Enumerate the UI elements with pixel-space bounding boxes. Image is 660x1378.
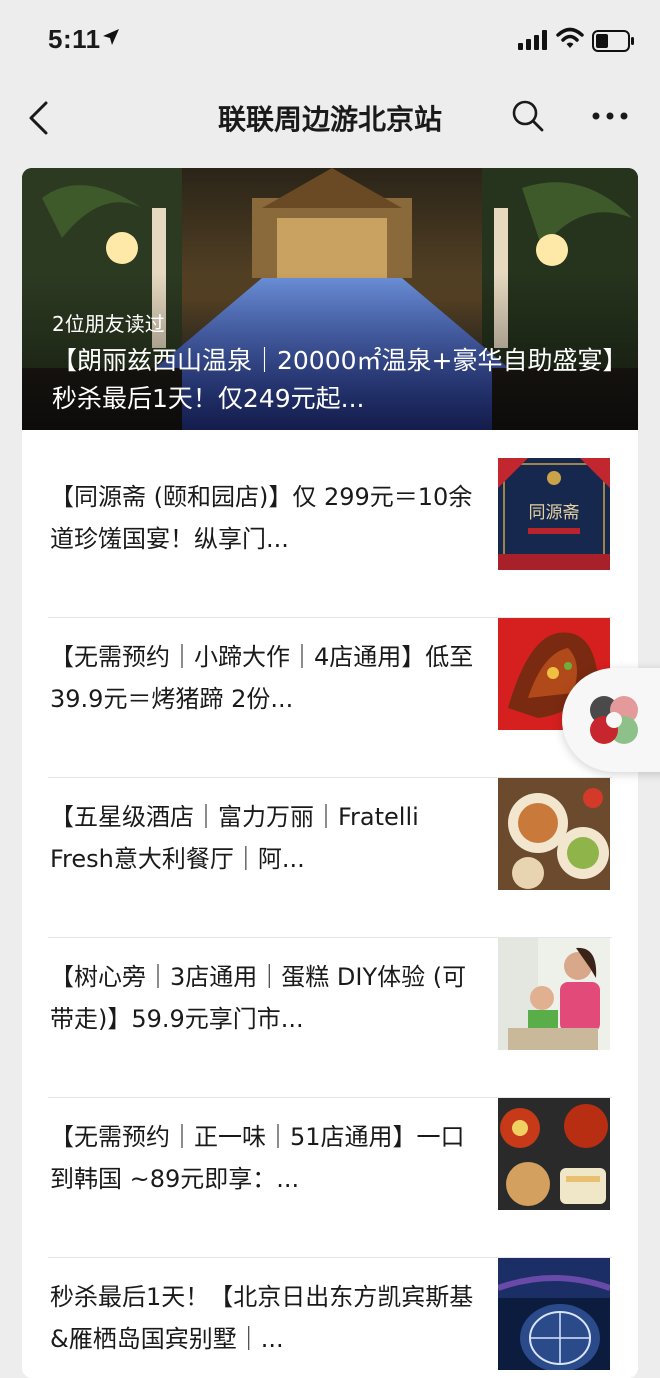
list-item[interactable]: 【无需预约｜正一味｜51店通用】一口到韩国 ~89元即享：... — [48, 1098, 612, 1258]
list-item[interactable]: 【五星级酒店｜富力万丽｜Fratelli Fresh意大利餐厅｜阿... — [48, 778, 612, 938]
list-item[interactable]: 【树心旁｜3店通用｜蛋糕 DIY体验 (可带走)】59.9元享门市... — [48, 938, 612, 1098]
more-options-icon[interactable] — [590, 106, 630, 130]
wifi-icon — [556, 27, 584, 53]
location-arrow-icon — [102, 28, 120, 50]
article-title: 【无需预约｜正一味｜51店通用】一口到韩国 ~89元即享：... — [50, 1123, 465, 1193]
cellular-signal-icon — [518, 30, 548, 54]
floating-window-icon — [590, 696, 638, 744]
list-item[interactable]: 【无需预约｜小蹄大作｜4店通用】低至 39.9元＝烤猪蹄 2份... — [48, 618, 612, 778]
thumb-caption: 同源斋 — [529, 503, 580, 523]
article-title: 秒杀最后1天！【北京日出东方凯宾斯基&雁栖岛国宾别墅｜... — [50, 1283, 474, 1353]
featured-article[interactable]: 2位朋友读过 【朗丽兹西山温泉｜20000㎡温泉+豪华自助盛宴】秒杀最后1天！仅… — [22, 168, 638, 430]
article-thumbnail — [498, 1258, 610, 1370]
article-thumbnail — [498, 1098, 610, 1210]
search-icon[interactable] — [510, 98, 546, 138]
article-thumbnail — [498, 778, 610, 890]
article-title: 【五星级酒店｜富力万丽｜Fratelli Fresh意大利餐厅｜阿... — [50, 803, 419, 873]
page-title: 联联周边游北京站 — [217, 103, 442, 136]
article-title: 【无需预约｜小蹄大作｜4店通用】低至 39.9元＝烤猪蹄 2份... — [50, 643, 474, 713]
battery-icon — [592, 30, 636, 56]
list-item[interactable]: 【同源斋 (颐和园店)】仅 299元＝10余道珍馐国宴！纵享门... 同源斋 — [48, 458, 612, 618]
featured-article-title: 【朗丽兹西山温泉｜20000㎡温泉+豪华自助盛宴】秒杀最后1天！仅249元起..… — [52, 346, 615, 413]
status-bar: 5:11 — [0, 0, 660, 80]
list-item[interactable]: 秒杀最后1天！【北京日出东方凯宾斯基&雁栖岛国宾别墅｜... — [48, 1258, 612, 1378]
article-list-card: 2位朋友读过 【朗丽兹西山温泉｜20000㎡温泉+豪华自助盛宴】秒杀最后1天！仅… — [22, 168, 638, 1378]
article-thumbnail — [498, 938, 610, 1050]
article-thumbnail: 同源斋 — [498, 458, 610, 570]
status-time: 5:11 — [48, 24, 101, 54]
article-title: 【同源斋 (颐和园店)】仅 299元＝10余道珍馐国宴！纵享门... — [50, 483, 473, 553]
article-title: 【树心旁｜3店通用｜蛋糕 DIY体验 (可带走)】59.9元享门市... — [50, 963, 467, 1033]
friends-read-label: 2位朋友读过 — [52, 312, 165, 336]
nav-bar: 联联周边游北京站 — [0, 80, 660, 156]
floating-window-button[interactable] — [562, 668, 660, 772]
